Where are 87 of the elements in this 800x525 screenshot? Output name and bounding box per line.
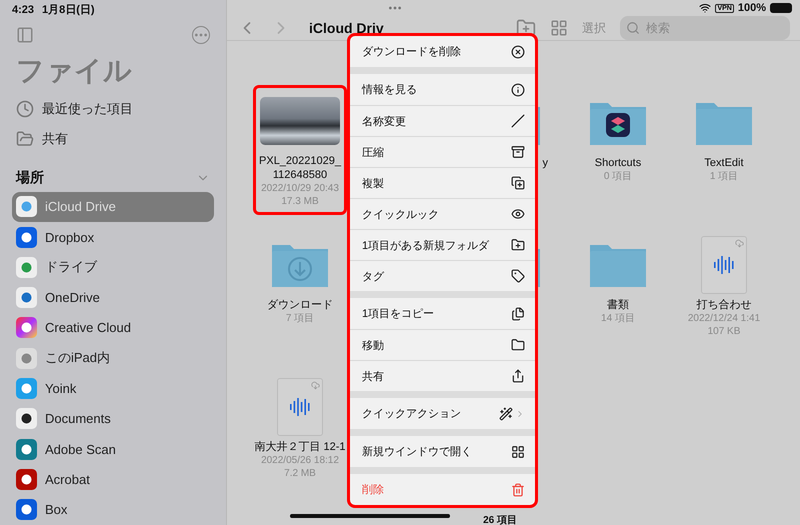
item-count: 0 項目 <box>604 170 632 183</box>
search-icon <box>626 21 640 35</box>
app-icon <box>16 499 37 520</box>
location-item[interactable]: Yoink <box>12 373 214 404</box>
sidebar-title: ファイル <box>16 54 133 88</box>
menu-item[interactable]: 移動 <box>350 329 535 360</box>
item-count: 1 項目 <box>710 170 738 183</box>
menu-item[interactable]: クイックアクション <box>350 398 535 429</box>
location-item[interactable]: このiPad内 <box>12 343 214 374</box>
app-icon <box>16 438 37 460</box>
status-time: 4:23 <box>12 4 34 16</box>
menu-item[interactable]: 共有 <box>350 360 535 391</box>
sidebar-toggle-icon[interactable] <box>16 26 34 44</box>
location-item[interactable]: Creative Cloud <box>12 312 214 344</box>
menu-item[interactable]: 情報を見る <box>350 74 535 105</box>
app-icon <box>16 287 37 308</box>
menu-icon <box>511 369 525 383</box>
grid-view-icon[interactable] <box>550 19 568 37</box>
menu-item[interactable]: 新規ウインドウで開く <box>350 436 535 467</box>
file-date: 2022/10/29 20:43 <box>261 182 339 195</box>
highlighted-file[interactable]: PXL_20221029_112648580 2022/10/29 20:43 17.3 MB <box>253 85 347 215</box>
menu-icon <box>511 444 525 458</box>
shared-folder-icon <box>16 130 34 148</box>
app-icon <box>16 196 37 218</box>
app-icon <box>16 226 37 248</box>
cloud-download-icon <box>734 239 744 248</box>
file-name: y <box>542 156 548 170</box>
item-count-status: 26 項目 <box>483 514 517 525</box>
file-date: 2022/05/26 18:12 <box>261 454 339 467</box>
file-name: PXL_20221029_112648580 <box>258 154 342 182</box>
file-name: 書類 <box>607 298 629 312</box>
location-item[interactable]: Acrobat <box>12 464 214 495</box>
app-icon <box>16 408 37 430</box>
file-size: 17.3 MB <box>281 195 319 208</box>
section-header[interactable]: 場所 <box>12 164 214 192</box>
menu-icon <box>511 482 525 496</box>
menu-icon <box>511 207 525 221</box>
menu-item[interactable]: タグ <box>350 260 535 291</box>
waveform-icon <box>288 396 311 418</box>
file-name: ダウンロード <box>267 298 333 312</box>
file-name: 南大井２丁目 12-1 <box>254 440 346 454</box>
menu-icon <box>511 338 525 352</box>
menu-icon <box>511 44 525 58</box>
menu-item[interactable]: ダウンロードを削除 <box>350 36 535 67</box>
location-item[interactable]: Documents <box>12 404 214 434</box>
location-item[interactable]: Box <box>12 494 214 525</box>
more-icon[interactable] <box>192 26 210 44</box>
menu-icon <box>511 145 525 159</box>
file-name: 打ち合わせ <box>696 298 752 312</box>
sidebar-item[interactable]: 最近使った項目 <box>12 94 214 124</box>
menu-icon <box>511 238 525 252</box>
menu-icon <box>511 114 525 128</box>
battery-icon <box>770 3 792 13</box>
menu-item[interactable]: 複製 <box>350 167 535 198</box>
location-item[interactable]: Dropbox <box>12 222 214 252</box>
location-item[interactable]: Adobe Scan <box>12 434 214 464</box>
menu-item[interactable]: 1項目をコピー <box>350 298 535 329</box>
menu-item[interactable]: 圧縮 <box>350 136 535 167</box>
item-count: 14 項目 <box>601 312 635 325</box>
cloud-download-icon <box>310 381 320 390</box>
battery-level: 100% <box>738 2 766 14</box>
menu-icon <box>511 306 525 320</box>
menu-icon <box>499 406 513 420</box>
menu-item[interactable]: 名称変更 <box>350 105 535 136</box>
app-icon <box>16 348 37 369</box>
menu-icon <box>511 82 525 96</box>
clock-icon <box>16 100 34 118</box>
sidebar-item[interactable]: 共有 <box>12 124 214 154</box>
file-date: 2022/12/24 1:41 <box>688 312 760 325</box>
menu-icon <box>511 269 525 283</box>
app-icon <box>16 378 37 400</box>
menu-icon <box>511 176 525 190</box>
status-date: 1月8日(日) <box>42 3 95 18</box>
file-size: 107 KB <box>708 325 740 338</box>
app-icon <box>16 317 37 338</box>
file-name: TextEdit <box>704 156 744 170</box>
menu-item[interactable]: クイックルック <box>350 198 535 229</box>
file-size: 7.2 MB <box>284 467 316 480</box>
folder-title: iCloud Driv <box>309 20 385 36</box>
location-item[interactable]: OneDrive <box>12 282 214 313</box>
app-icon <box>16 469 37 490</box>
app-icon <box>16 256 37 278</box>
item-count: 7 項目 <box>286 312 314 325</box>
menu-item[interactable]: 1項目がある新規フォルダ <box>350 229 535 260</box>
waveform-icon <box>712 254 735 276</box>
file-name: Shortcuts <box>594 156 642 170</box>
location-item[interactable]: ドライブ <box>12 252 214 282</box>
